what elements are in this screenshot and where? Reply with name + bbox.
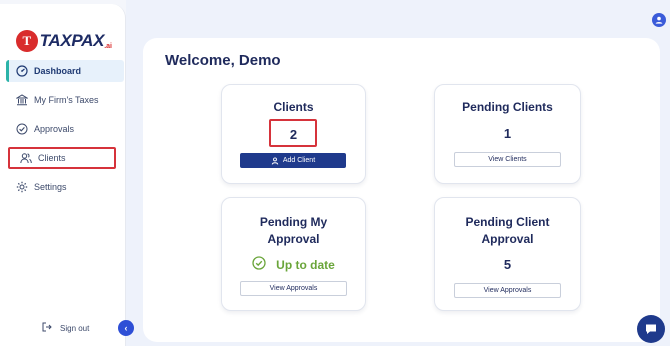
pending-client-approval-card: Pending Client Approval 5 View Approvals — [434, 197, 581, 311]
card-title-line-1: Pending My — [259, 215, 328, 229]
bank-icon — [16, 94, 28, 106]
gauge-icon — [16, 65, 28, 77]
approval-status: Up to date — [222, 256, 365, 273]
add-client-label: Add Client — [282, 157, 316, 164]
pending-my-approval-card: Pending My Approval Up to date View Appr… — [221, 197, 366, 311]
check-circle-icon — [16, 123, 28, 135]
user-avatar[interactable] — [652, 13, 666, 27]
sidebar-item-clients[interactable]: Clients — [8, 147, 116, 169]
sidebar-item-dashboard[interactable]: Dashboard — [6, 60, 124, 82]
sidebar-collapse-button[interactable]: ‹ — [118, 320, 134, 336]
sign-out-label: Sign out — [60, 323, 90, 333]
sidebar-item-label: My Firm's Taxes — [34, 95, 99, 105]
clients-count-highlight — [269, 119, 317, 147]
sign-out-link[interactable]: Sign out — [42, 322, 89, 334]
sidebar-item-label: Settings — [34, 182, 67, 192]
view-approvals-label: View Approvals — [269, 285, 318, 292]
view-clients-button[interactable]: View Clients — [454, 152, 561, 167]
page-title: Welcome, Demo — [165, 52, 281, 69]
card-title: Clients — [273, 100, 314, 114]
brand-suffix: .ai — [104, 42, 112, 50]
add-user-icon — [271, 156, 279, 165]
card-title: Pending Clients — [462, 100, 553, 114]
view-client-approvals-button[interactable]: View Approvals — [454, 283, 561, 298]
view-approvals-label: View Approvals — [483, 287, 532, 294]
card-title-line-2: Approval — [267, 232, 320, 246]
brand-logo[interactable]: T TAXPAX .ai — [16, 28, 112, 54]
view-approvals-button[interactable]: View Approvals — [240, 281, 347, 296]
sidebar-item-settings[interactable]: Settings — [6, 176, 124, 198]
gear-icon — [16, 181, 28, 193]
users-icon — [20, 152, 32, 164]
chevron-left-icon: ‹ — [124, 323, 128, 333]
chat-bubble-icon — [646, 324, 656, 334]
sidebar-item-my-firms-taxes[interactable]: My Firm's Taxes — [6, 89, 124, 111]
sidebar: T TAXPAX .ai Dashboard My Firm's Taxes A… — [0, 4, 126, 346]
sidebar-item-label: Dashboard — [34, 66, 82, 76]
sidebar-item-label: Approvals — [34, 124, 75, 134]
user-icon — [655, 16, 663, 24]
view-clients-label: View Clients — [488, 156, 527, 163]
card-title-line-2: Approval — [481, 232, 534, 246]
chat-button[interactable] — [637, 315, 665, 343]
sign-out-icon — [42, 322, 52, 334]
pending-client-approval-count: 5 — [503, 257, 512, 272]
approval-status-label: Up to date — [276, 257, 335, 272]
card-title-line-1: Pending Client — [465, 215, 550, 229]
pending-clients-count: 1 — [503, 126, 512, 141]
brand-name: TAXPAX — [39, 31, 105, 50]
pending-clients-card: Pending Clients 1 View Clients — [434, 84, 581, 184]
logo-mark-icon: T — [16, 30, 38, 52]
sidebar-item-label: Clients — [38, 153, 66, 163]
add-client-button[interactable]: Add Client — [240, 153, 346, 168]
sidebar-item-approvals[interactable]: Approvals — [6, 118, 124, 140]
check-circle-icon — [252, 256, 266, 273]
